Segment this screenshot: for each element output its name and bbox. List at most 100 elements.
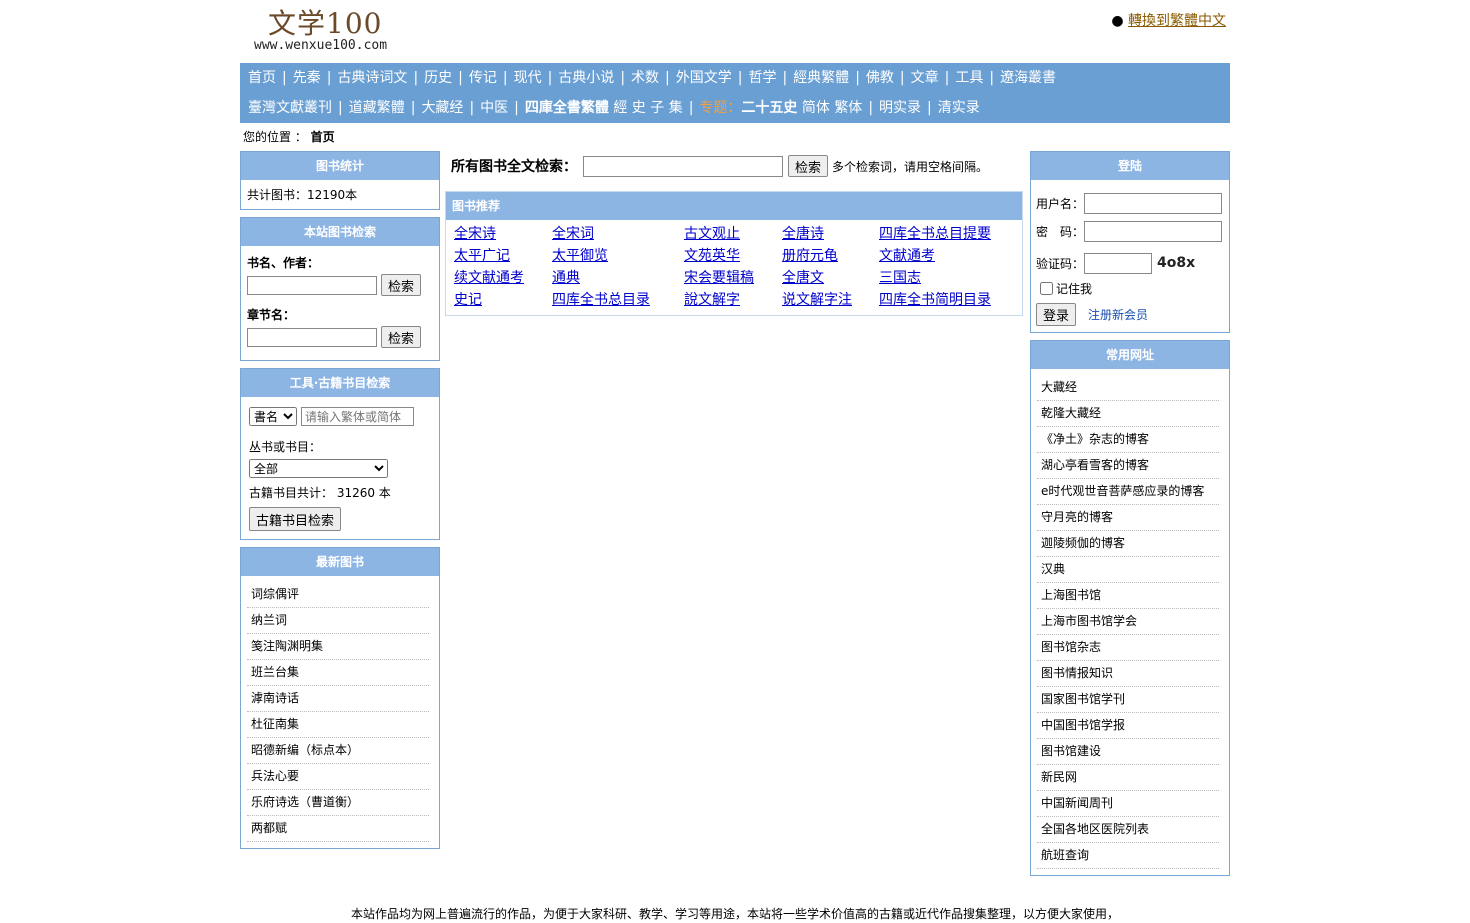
latest-book-item[interactable]: 昭德新编（标点本） [247, 738, 429, 764]
ancient-title-input[interactable] [301, 407, 414, 426]
nav-item-ershiwushi[interactable]: 二十五史 [741, 100, 797, 116]
recommend-book-link[interactable]: 文苑英华 [684, 245, 782, 267]
link-item[interactable]: 图书馆杂志 [1037, 635, 1219, 661]
chapter-search-button[interactable]: 检索 [381, 326, 422, 348]
series-select[interactable]: 全部 [249, 459, 388, 478]
link-item[interactable]: e时代观世音菩萨感应录的博客 [1037, 479, 1219, 505]
latest-book-item[interactable]: 笺注陶渊明集 [247, 634, 429, 660]
nav-item-jianti[interactable]: 简体 [802, 100, 830, 116]
nav-item-ji[interactable]: 集 [669, 100, 683, 116]
nav-item[interactable]: 遼海叢書 [1000, 70, 1056, 86]
link-item[interactable]: 《净土》杂志的博客 [1037, 427, 1219, 453]
nav-item[interactable]: 古典诗词文 [337, 70, 407, 86]
fulltext-search-button[interactable]: 检索 [788, 155, 829, 177]
link-item[interactable]: 新民网 [1037, 765, 1219, 791]
latest-book-item[interactable]: 班兰台集 [247, 660, 429, 686]
link-item[interactable]: 上海市图书馆学会 [1037, 609, 1219, 635]
password-input[interactable] [1084, 220, 1223, 242]
recommend-book-link[interactable]: 史记 [454, 289, 552, 311]
remember-checkbox[interactable] [1040, 282, 1053, 295]
recommend-book-link[interactable]: 续文献通考 [454, 267, 552, 289]
captcha-input[interactable] [1084, 252, 1153, 274]
link-item[interactable]: 图书馆建设 [1037, 739, 1219, 765]
recommend-book-link[interactable]: 册府元龟 [782, 245, 879, 267]
nav-item[interactable]: 外国文学 [676, 70, 732, 86]
recommend-book-link[interactable]: 四库全书简明目录 [879, 289, 1024, 311]
link-item[interactable]: 全国各地区医院列表 [1037, 817, 1219, 843]
nav-item-zhongyi[interactable]: 中医 [480, 100, 508, 116]
link-item[interactable]: 大藏经 [1037, 375, 1219, 401]
recommend-book-link[interactable]: 四库全书总目录 [552, 289, 684, 311]
recommend-book-link[interactable]: 宋会要辑稿 [684, 267, 782, 289]
latest-book-item[interactable]: 杜征南集 [247, 712, 429, 738]
nav-item[interactable]: 哲学 [748, 70, 776, 86]
link-item[interactable]: 上海图书馆 [1037, 583, 1219, 609]
latest-book-item[interactable]: 纳兰词 [247, 608, 429, 634]
latest-book-item[interactable]: 滹南诗话 [247, 686, 429, 712]
recommend-book-link[interactable]: 三国志 [879, 267, 1024, 289]
recommend-book-link[interactable]: 说文解字注 [782, 289, 879, 311]
chapter-input[interactable] [247, 327, 377, 347]
recommend-book-link[interactable]: 全唐文 [782, 267, 879, 289]
link-item[interactable]: 国家图书馆学刊 [1037, 687, 1219, 713]
recommend-book-link[interactable]: 太平广记 [454, 245, 552, 267]
nav-item-fanti[interactable]: 繁体 [834, 100, 862, 116]
nav-item-jing[interactable]: 經 [613, 100, 627, 116]
nav-item-zi[interactable]: 子 [650, 100, 664, 116]
nav-item[interactable]: 佛教 [866, 70, 894, 86]
recommend-book-link[interactable]: 四库全书总目提要 [879, 223, 1024, 245]
book-author-input[interactable] [247, 275, 377, 295]
nav-item-daozang[interactable]: 道藏繁體 [349, 100, 405, 116]
latest-book-item[interactable]: 两都赋 [247, 816, 429, 842]
login-button[interactable]: 登录 [1036, 303, 1077, 326]
recommend-book-link[interactable]: 古文观止 [684, 223, 782, 245]
breadcrumb-current[interactable]: 首页 [311, 130, 335, 144]
book-search-button[interactable]: 检索 [381, 274, 422, 296]
nav-separator: | [282, 70, 287, 86]
nav-item[interactable]: 經典繁體 [793, 70, 849, 86]
link-item[interactable]: 中国图书馆学报 [1037, 713, 1219, 739]
nav-item-shi[interactable]: 史 [632, 100, 646, 116]
recommend-book-link[interactable]: 全宋词 [552, 223, 684, 245]
recommend-book-link[interactable]: 文献通考 [879, 245, 1024, 267]
recommend-book-link[interactable]: 全宋诗 [454, 223, 552, 245]
ancient-search-button[interactable]: 古籍书目检索 [249, 507, 342, 531]
nav-item-mingshilu[interactable]: 明实录 [879, 100, 921, 116]
search-type-select[interactable]: 書名 [249, 407, 297, 426]
nav-item[interactable]: 工具 [955, 70, 983, 86]
nav-item-dazangjing[interactable]: 大藏经 [421, 100, 463, 116]
recommend-book-link[interactable]: 通典 [552, 267, 684, 289]
fulltext-input[interactable] [583, 155, 783, 177]
nav-item-taiwan[interactable]: 臺灣文獻叢刊 [248, 100, 332, 116]
nav-item[interactable]: 文章 [911, 70, 939, 86]
nav-item[interactable]: 古典小说 [558, 70, 614, 86]
nav-item[interactable]: 术数 [631, 70, 659, 86]
nav-item[interactable]: 传记 [469, 70, 497, 86]
recommend-book-link[interactable]: 太平御览 [552, 245, 684, 267]
register-link[interactable]: 注册新会员 [1088, 306, 1148, 323]
username-input[interactable] [1084, 192, 1223, 214]
nav-separator: | [927, 100, 932, 116]
nav-item[interactable]: 历史 [424, 70, 452, 86]
nav-item[interactable]: 先秦 [293, 70, 321, 86]
nav-item[interactable]: 现代 [514, 70, 542, 86]
recommend-book-link[interactable]: 說文解字 [684, 289, 782, 311]
link-item[interactable]: 乾隆大藏经 [1037, 401, 1219, 427]
latest-book-item[interactable]: 乐府诗选（曹道衡） [247, 790, 429, 816]
link-item[interactable]: 航班查询 [1037, 843, 1219, 869]
logo-title[interactable]: 文学100 [268, 2, 382, 42]
nav-item[interactable]: 首页 [248, 70, 276, 86]
link-item[interactable]: 守月亮的博客 [1037, 505, 1219, 531]
nav-item-qingshilu[interactable]: 清实录 [938, 100, 980, 116]
link-item[interactable]: 中国新闻周刊 [1037, 791, 1219, 817]
link-item[interactable]: 湖心亭看雪客的博客 [1037, 453, 1219, 479]
latest-book-item[interactable]: 词综偶评 [247, 582, 429, 608]
nav-item-siku[interactable]: 四庫全書繁體 [525, 100, 609, 116]
latest-book-item[interactable]: 兵法心要 [247, 764, 429, 790]
series-label: 丛书或书目： [249, 440, 322, 454]
link-item[interactable]: 汉典 [1037, 557, 1219, 583]
recommend-book-link[interactable]: 全唐诗 [782, 223, 879, 245]
link-item[interactable]: 图书情报知识 [1037, 661, 1219, 687]
link-item[interactable]: 迦陵频伽的博客 [1037, 531, 1219, 557]
traditional-chinese-link[interactable]: 轉換到繁體中文 [1128, 13, 1226, 29]
